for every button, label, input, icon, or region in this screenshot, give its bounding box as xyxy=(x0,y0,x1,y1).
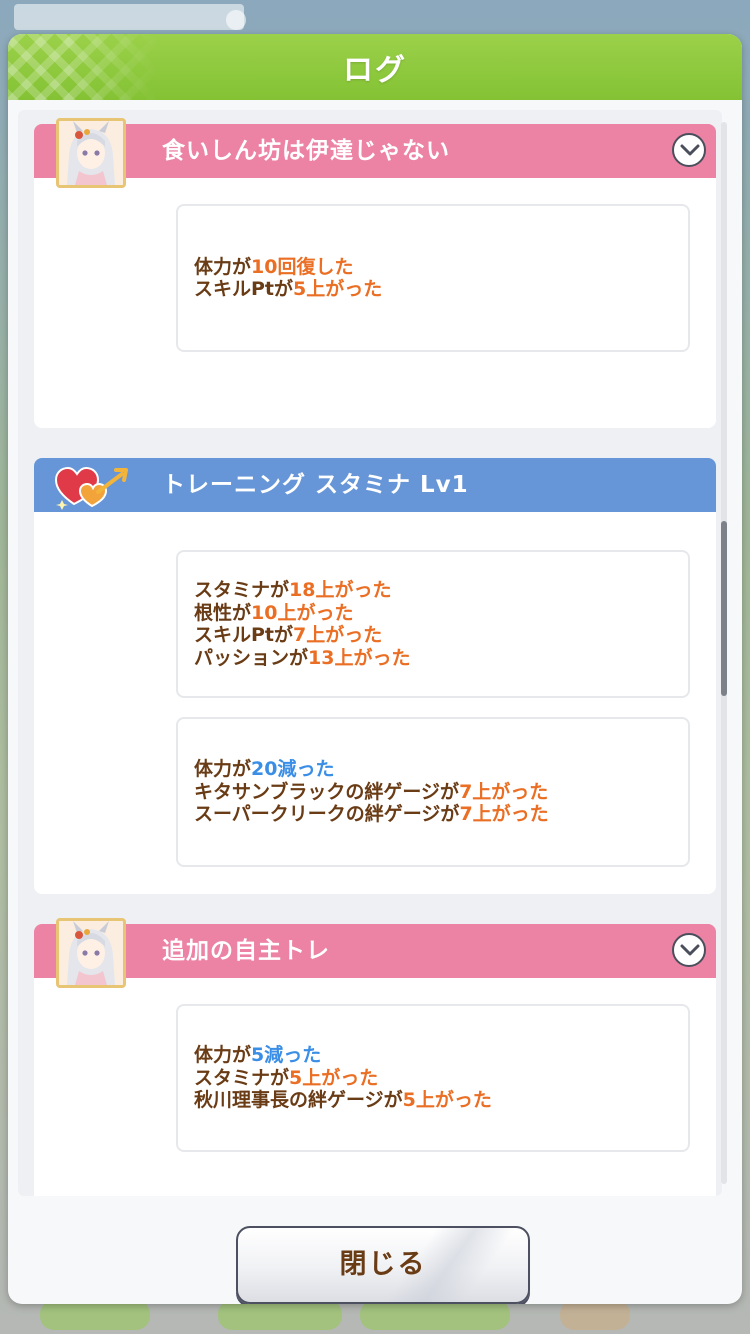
character-avatar-icon xyxy=(56,118,126,188)
hearts-arrow-icon xyxy=(52,460,132,514)
effect-line: パッションが13上がった xyxy=(194,646,411,669)
dialog-title: ログ xyxy=(343,53,407,88)
effect-line: 体力が5減った xyxy=(194,1044,322,1067)
effect-line: スキルPtが7上がった xyxy=(194,624,383,646)
effect-line: キタサンブラックの絆ゲージが7上がった xyxy=(194,780,549,803)
effect-box: 体力が10回復した スキルPtが5上がった xyxy=(176,204,690,352)
effect-line: スタミナが18上がった xyxy=(194,579,392,601)
background-status-bar xyxy=(14,4,246,30)
chevron-down-icon[interactable] xyxy=(672,933,706,967)
character-avatar-icon xyxy=(56,918,126,988)
entry-header[interactable]: 食いしん坊は伊達じゃない xyxy=(34,124,716,178)
effect-line: 根性が10上がった xyxy=(194,601,354,624)
entry-title: 追加の自主トレ xyxy=(162,938,330,964)
dialog-header: ログ xyxy=(8,34,742,100)
log-entry: トレーニング スタミナ Lv1 スタミナが18上がった 根性が10上がった スキ… xyxy=(34,458,716,894)
log-list[interactable]: 食いしん坊は伊達じゃない 体力が10回復した スキルPtが5上がった トレーニン… xyxy=(18,110,722,1196)
close-button[interactable]: 閉じる xyxy=(236,1226,530,1304)
background-button xyxy=(360,1300,510,1330)
scrollbar-thumb[interactable] xyxy=(721,521,727,696)
effect-line: スタミナが5上がった xyxy=(194,1066,379,1089)
background-button xyxy=(40,1300,150,1330)
effect-line: 体力が20減った xyxy=(194,758,335,781)
entry-title: トレーニング スタミナ Lv1 xyxy=(162,472,469,498)
entry-header: トレーニング スタミナ Lv1 xyxy=(34,458,716,512)
effect-line: 秋川理事長の絆ゲージが5上がった xyxy=(194,1089,492,1112)
log-dialog: ログ 食いしん坊は伊達じゃない 体力が10回復した スキルPtが5上がった トレ… xyxy=(8,34,742,1304)
entry-title: 食いしん坊は伊達じゃない xyxy=(162,138,450,164)
header-pattern xyxy=(8,34,158,100)
entry-header[interactable]: 追加の自主トレ xyxy=(34,924,716,978)
effect-line: スーパークリークの絆ゲージが7上がった xyxy=(194,803,549,826)
background-button xyxy=(218,1300,342,1330)
log-entry: 追加の自主トレ 体力が5減った スタミナが5上がった 秋川理事長の絆ゲージが5上… xyxy=(34,918,716,1196)
effect-line: 体力が10回復した xyxy=(194,255,354,278)
effect-line: スキルPtが5上がった xyxy=(194,278,383,300)
background-button xyxy=(560,1300,630,1330)
effect-box: 体力が20減った キタサンブラックの絆ゲージが7上がった スーパークリークの絆ゲ… xyxy=(176,717,690,867)
effect-box: スタミナが18上がった 根性が10上がった スキルPtが7上がった パッションが… xyxy=(176,550,690,698)
effect-box: 体力が5減った スタミナが5上がった 秋川理事長の絆ゲージが5上がった xyxy=(176,1004,690,1152)
chevron-down-icon[interactable] xyxy=(672,133,706,167)
log-entry: 食いしん坊は伊達じゃない 体力が10回復した スキルPtが5上がった xyxy=(34,118,716,428)
close-button-label: 閉じる xyxy=(339,1249,427,1280)
